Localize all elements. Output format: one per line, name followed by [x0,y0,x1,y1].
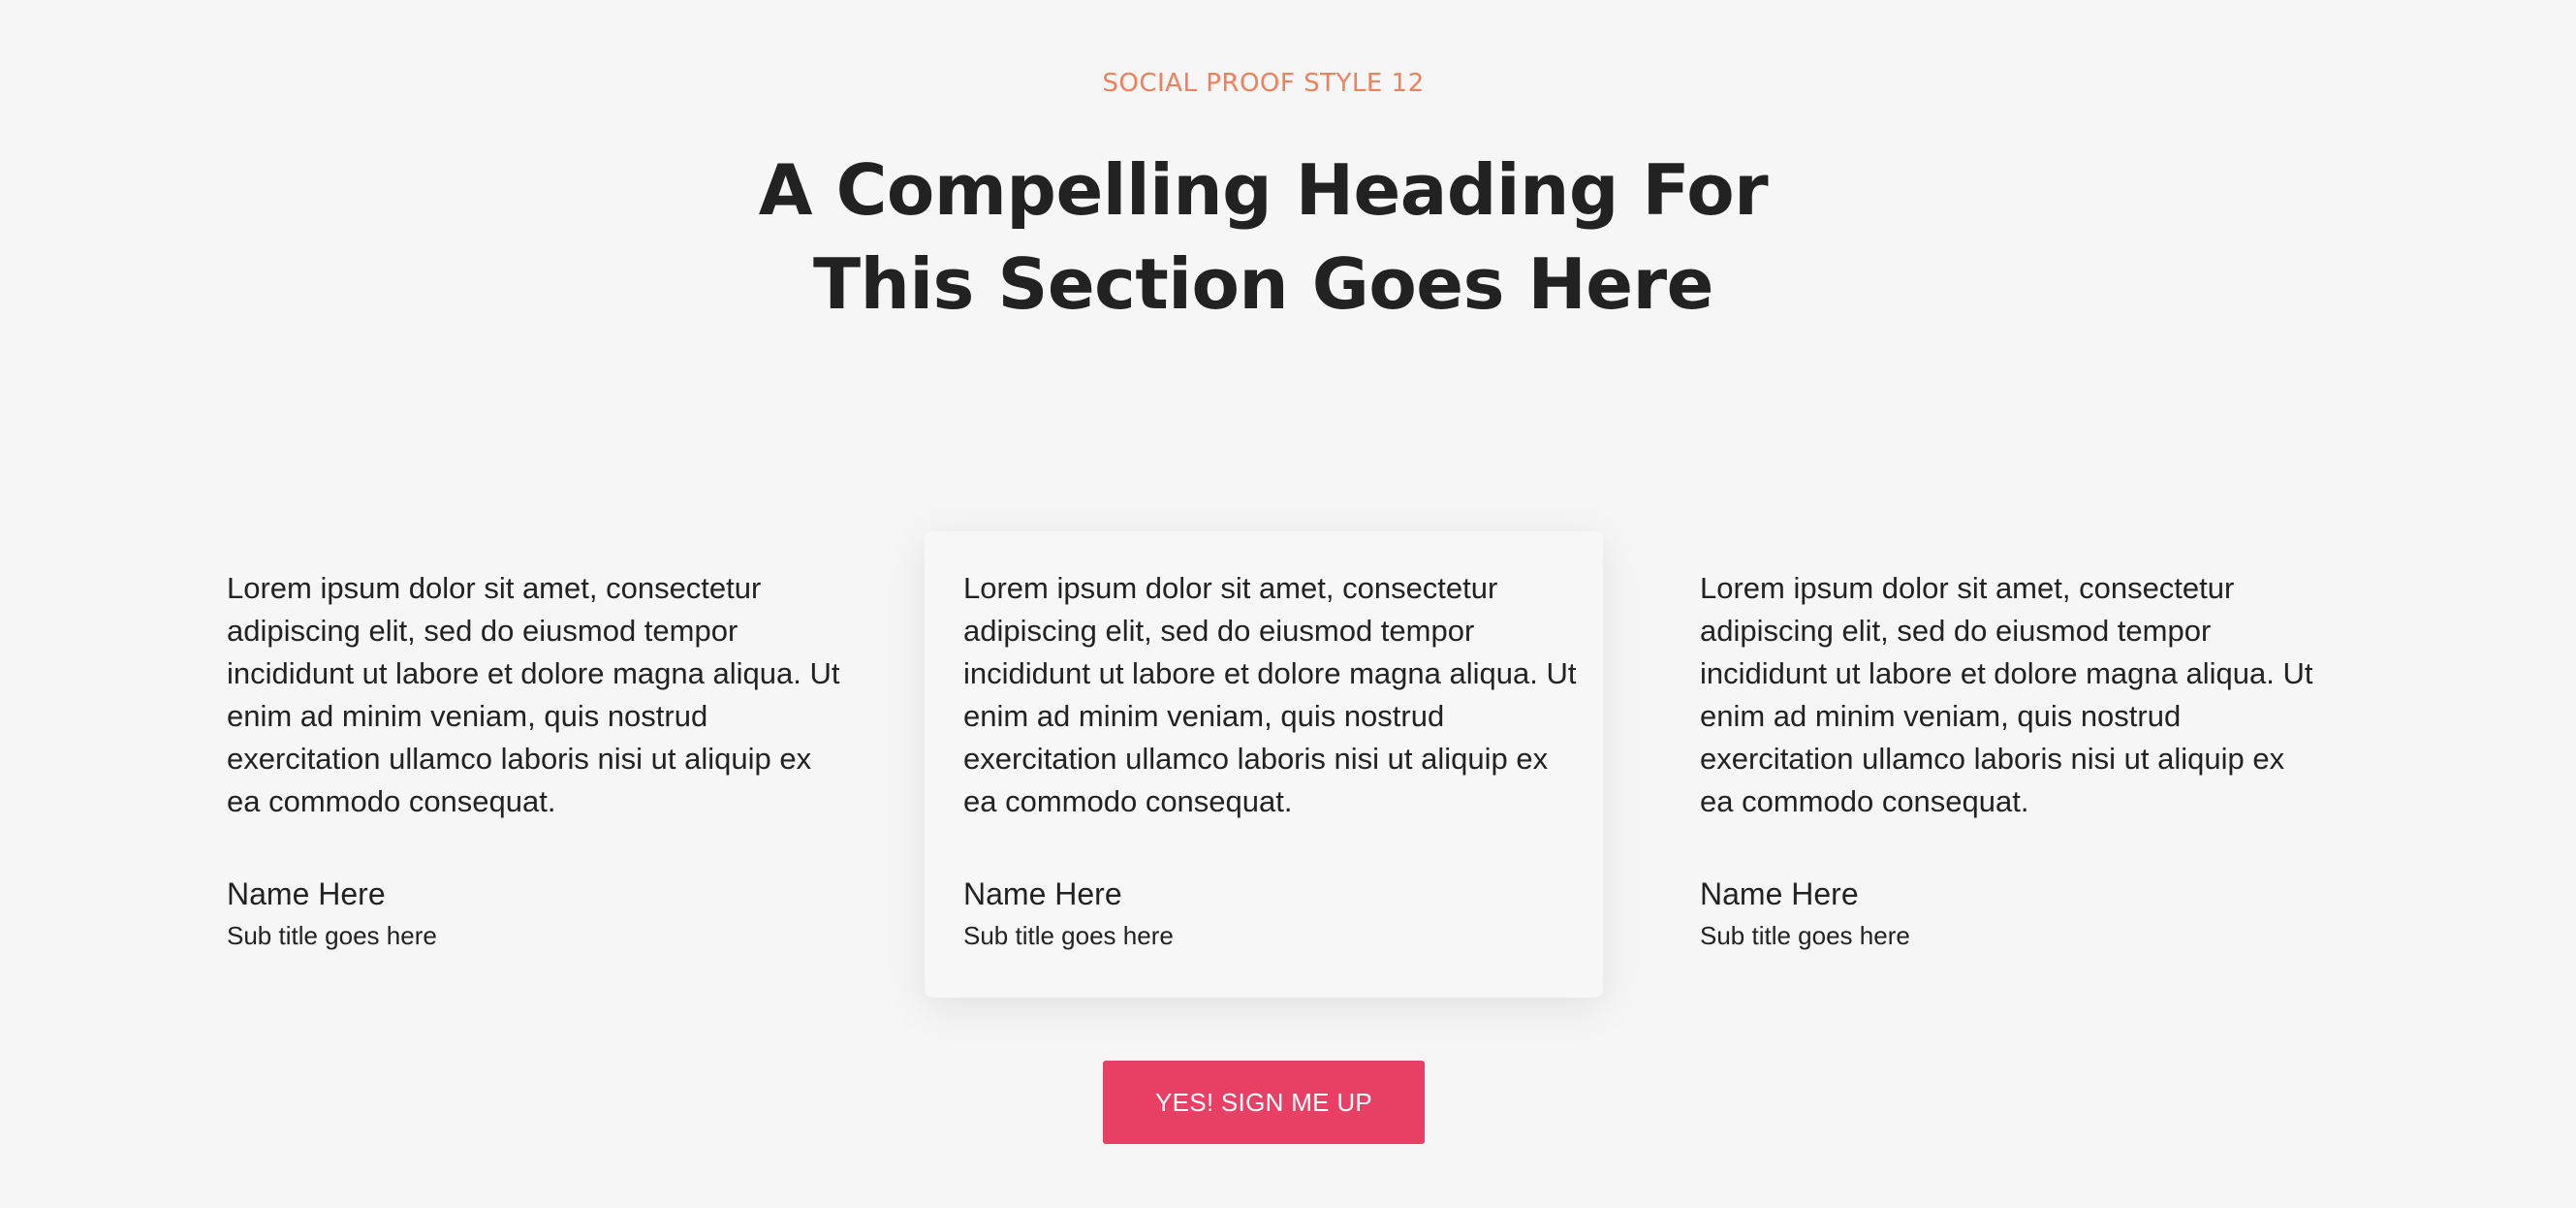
testimonial-quote: Lorem ipsum dolor sit amet, consectetur … [963,571,1577,818]
testimonial-name: Name Here [963,876,1122,911]
testimonial-subtitle: Sub title goes here [963,921,1174,950]
testimonial-quote: Lorem ipsum dolor sit amet, consectetur … [1700,571,2313,818]
section-eyebrow: SOCIAL PROOF STYLE 12 [1102,69,1425,98]
testimonial-quote: Lorem ipsum dolor sit amet, consectetur … [227,571,840,818]
section-heading-line-1: A Compelling Heading For [758,149,1769,231]
testimonial-name: Name Here [1700,876,1859,911]
sign-up-button[interactable]: YES! SIGN ME UP [1103,1061,1425,1144]
testimonial-card-3: Lorem ipsum dolor sit amet, consectetur … [1661,531,2340,998]
section-heading-line-2: This Section Goes Here [813,243,1713,325]
testimonial-subtitle: Sub title goes here [227,921,437,950]
testimonial-card-2: Lorem ipsum dolor sit amet, consectetur … [925,531,1603,998]
testimonial-name: Name Here [227,876,386,911]
testimonial-subtitle: Sub title goes here [1700,921,1910,950]
testimonial-card-1: Lorem ipsum dolor sit amet, consectetur … [188,531,866,998]
section-heading: A Compelling Heading For This Section Go… [0,143,2527,332]
